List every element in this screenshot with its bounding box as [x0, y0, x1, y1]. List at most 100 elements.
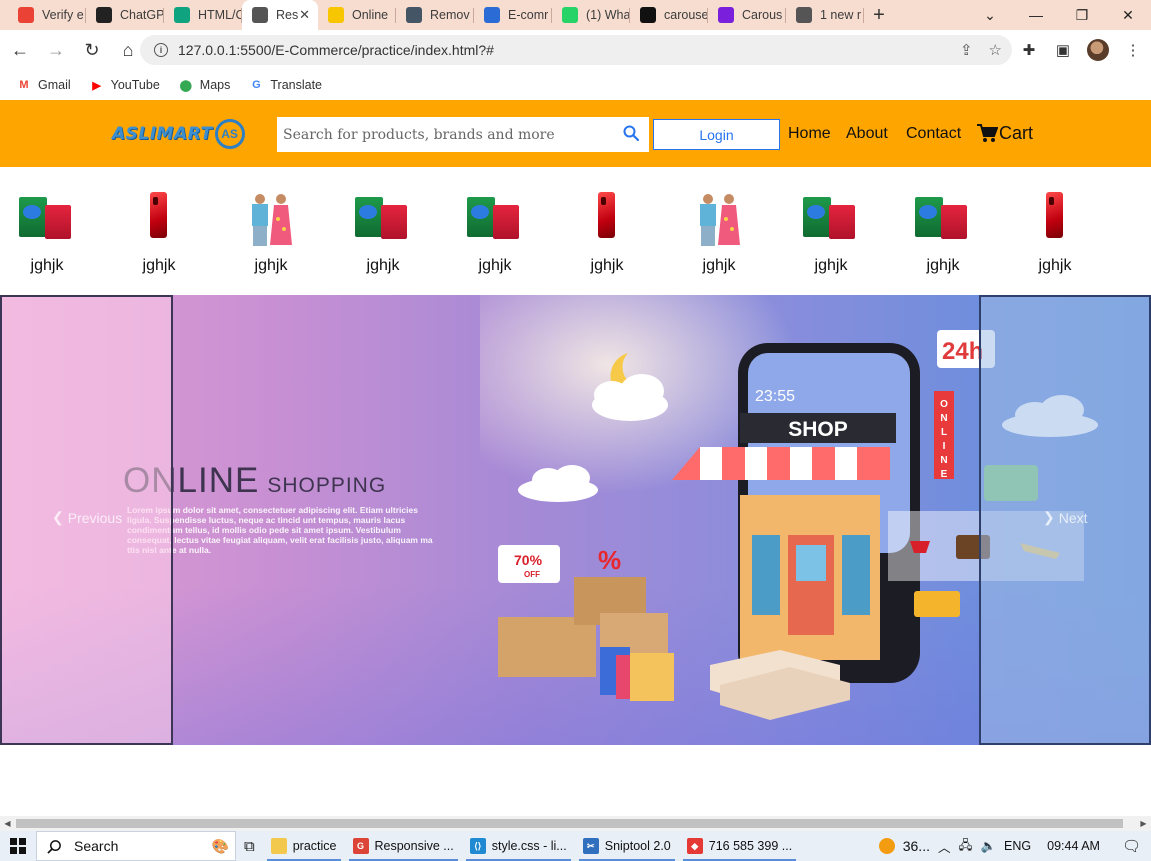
category-item[interactable]: jghjk: [1, 191, 93, 281]
site-info-icon[interactable]: i: [154, 43, 168, 57]
browser-tab[interactable]: 1 new r: [786, 0, 864, 30]
browser-tab[interactable]: Remov: [396, 0, 474, 30]
logo-text: ASLIMART: [112, 124, 213, 144]
scroll-thumb[interactable]: [16, 819, 1123, 828]
extensions-icon[interactable]: ✚: [1019, 35, 1039, 65]
carousel-next-button[interactable]: ❯ Next: [979, 295, 1151, 745]
globe-icon: [796, 7, 812, 23]
share-icon[interactable]: ⇪: [960, 41, 973, 59]
browser-tab-label: Online: [352, 8, 389, 22]
chevron-up-icon[interactable]: ︿: [938, 837, 951, 856]
taskbar-app[interactable]: ⟨⟩ style.css - li...: [462, 831, 575, 861]
browser-tab[interactable]: Online: [318, 0, 396, 30]
logo-badge: AS: [214, 119, 245, 149]
volume-icon[interactable]: 🔈: [980, 839, 996, 854]
bookmark-item[interactable]: G Translate: [248, 78, 322, 92]
task-view-icon[interactable]: ⧉: [236, 831, 263, 861]
chatgpt-icon: [96, 7, 112, 23]
horizontal-scrollbar[interactable]: ◀ ▶: [0, 816, 1151, 831]
network-icon[interactable]: 🖧: [959, 836, 973, 857]
category-image: [17, 191, 77, 251]
flipkart-icon: [328, 7, 344, 23]
menu-icon[interactable]: ⋮: [1123, 35, 1143, 65]
bookmark-label: Translate: [270, 78, 323, 92]
category-label: jghjk: [814, 257, 848, 274]
scroll-left-icon[interactable]: ◀: [0, 816, 15, 831]
reload-icon[interactable]: ↻: [76, 34, 108, 66]
cart-link[interactable]: Cart: [977, 123, 1033, 144]
taskbar-app[interactable]: ✂ Sniptool 2.0: [575, 831, 679, 861]
category-label: jghjk: [30, 257, 64, 274]
taskbar-app[interactable]: practice: [263, 831, 345, 861]
browser-tab[interactable]: Res ✕: [242, 0, 318, 30]
category-item[interactable]: jghjk: [1009, 191, 1101, 281]
search-input[interactable]: [277, 118, 617, 151]
category-item[interactable]: jghjk: [561, 191, 653, 281]
search-icon[interactable]: [623, 125, 639, 141]
browser-tab[interactable]: ChatGP: [86, 0, 164, 30]
windows-start-icon[interactable]: [0, 831, 36, 861]
category-item[interactable]: jghjk: [337, 191, 429, 281]
close-tab-icon[interactable]: ✕: [299, 7, 310, 23]
category-item[interactable]: jghjk: [785, 191, 877, 281]
maximize-icon[interactable]: ❐: [1059, 0, 1105, 30]
window-controls: ⌄ — ❐ ✕: [967, 0, 1151, 30]
bookmark-item[interactable]: ⬤ Maps: [178, 78, 231, 92]
taskbar-app[interactable]: G Responsive ...: [345, 831, 462, 861]
browser-tab[interactable]: (1) Wha: [552, 0, 630, 30]
tab-search-icon[interactable]: ⌄: [967, 0, 1013, 30]
weather-icon[interactable]: [878, 838, 895, 854]
nav-home[interactable]: Home: [788, 125, 831, 143]
windows-taskbar: Search 🎨 ⧉ practice G Responsive ... ⟨⟩ styl…: [0, 831, 1151, 861]
category-item[interactable]: jghjk: [113, 191, 205, 281]
category-item[interactable]: jghjk: [449, 191, 541, 281]
browser-tab[interactable]: carouse: [630, 0, 708, 30]
back-icon[interactable]: ←: [4, 34, 36, 66]
taskbar-app-label: Responsive ...: [374, 839, 454, 853]
site-search: [277, 117, 649, 152]
browser-tab[interactable]: Carous: [708, 0, 786, 30]
bookmark-item[interactable]: ▶ YouTube: [89, 78, 159, 92]
notifications-icon[interactable]: 🗨: [1122, 837, 1141, 855]
taskbar-search-label: Search: [74, 838, 119, 854]
browser-tab-label: carouse: [664, 8, 708, 22]
category-item[interactable]: jghjk: [673, 191, 765, 281]
site-logo[interactable]: ASLIMART AS: [112, 114, 257, 154]
clock[interactable]: 09:44 AM: [1047, 839, 1100, 853]
browser-tab[interactable]: HTML/C: [164, 0, 242, 30]
carousel-prev-button[interactable]: ❮ Previous: [0, 295, 173, 745]
language-indicator[interactable]: ENG: [1004, 839, 1031, 853]
bookmark-item[interactable]: M Gmail: [16, 78, 70, 92]
close-window-icon[interactable]: ✕: [1105, 0, 1151, 30]
taskbar-search[interactable]: Search 🎨: [36, 831, 236, 861]
category-item[interactable]: jghjk: [897, 191, 989, 281]
url-text: 127.0.0.1:5500/E-Commerce/practice/index…: [178, 42, 494, 58]
svg-text:70%: 70%: [514, 552, 543, 568]
taskbar-app[interactable]: ◆ 716 585 399 ...: [679, 831, 800, 861]
scroll-right-icon[interactable]: ▶: [1136, 816, 1151, 831]
nav-about[interactable]: About: [846, 125, 888, 143]
browser-tab-label: 1 new r: [820, 8, 861, 22]
minimize-icon[interactable]: —: [1013, 0, 1059, 30]
login-button[interactable]: Login: [653, 119, 780, 150]
forward-icon[interactable]: →: [40, 34, 72, 66]
chevron-right-icon: ❯: [1043, 509, 1055, 525]
github-icon: [640, 7, 656, 23]
new-tab-button[interactable]: +: [864, 0, 894, 30]
side-panel-icon[interactable]: ▣: [1053, 35, 1073, 65]
taskbar-app-label: practice: [292, 839, 337, 853]
browser-tab[interactable]: E-comr: [474, 0, 552, 30]
browser-tab[interactable]: Verify e: [8, 0, 86, 30]
youtube-icon: ▶: [92, 79, 101, 92]
address-bar[interactable]: i 127.0.0.1:5500/E-Commerce/practice/ind…: [140, 35, 1012, 65]
sniptool-icon: ✂: [582, 838, 599, 854]
weather-text[interactable]: 36...: [903, 838, 930, 854]
browser-tab-label: Carous: [742, 8, 783, 22]
profile-avatar[interactable]: [1087, 39, 1109, 61]
category-item[interactable]: jghjk: [225, 191, 317, 281]
bookmark-star-icon[interactable]: ☆: [989, 41, 1002, 59]
nav-contact[interactable]: Contact: [906, 125, 961, 143]
category-image: [1025, 191, 1085, 251]
category-image: [241, 191, 301, 251]
chevron-left-icon: ❮: [52, 509, 64, 525]
